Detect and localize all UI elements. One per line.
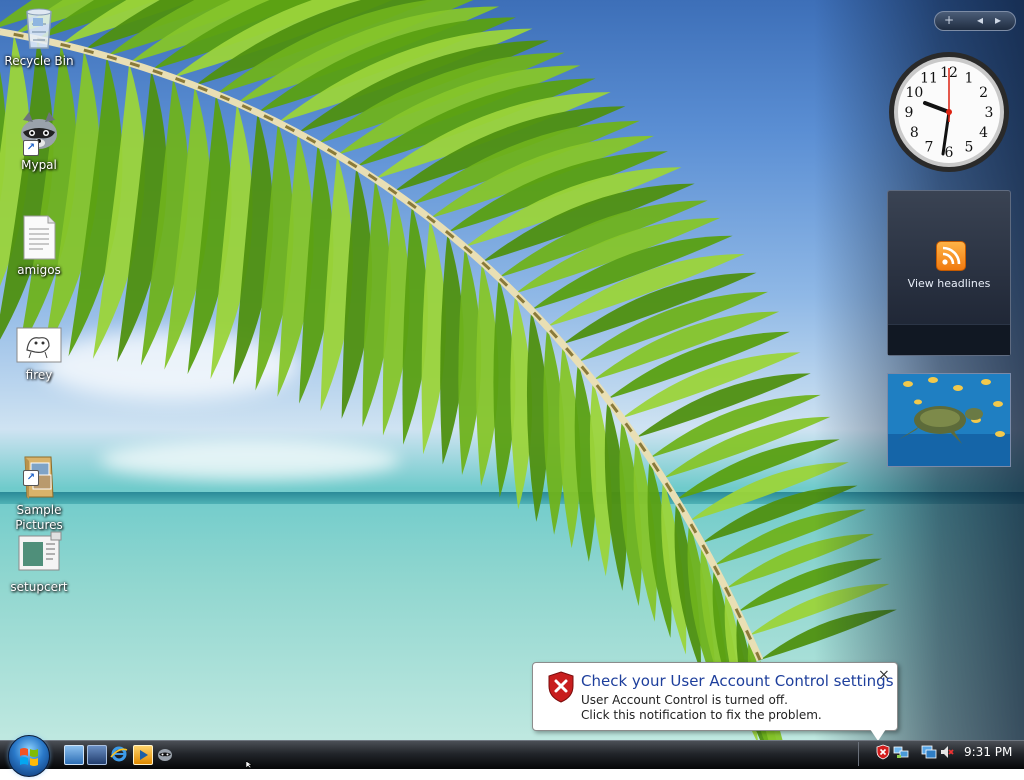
desktop-icon-label: Sample Pictures — [15, 503, 63, 532]
desktop-icon-setupcert[interactable]: setupcert — [4, 530, 74, 595]
volume-muted-icon[interactable] — [939, 744, 955, 760]
feed-headlines-gadget[interactable]: View headlines — [887, 190, 1011, 356]
desktop-icon-label: Recycle Bin — [4, 54, 74, 68]
desktop-wallpaper — [0, 0, 1024, 740]
network-icon[interactable] — [893, 744, 909, 760]
windows-logo-icon — [20, 748, 38, 766]
next-page-button[interactable]: ▸ — [995, 13, 1001, 27]
feed-gadget-footer — [888, 324, 1010, 355]
previous-page-button[interactable]: ◂ — [977, 13, 983, 27]
taskbar-clock[interactable]: 9:31 PM — [964, 745, 1012, 759]
sea-turtle-photo — [888, 374, 1010, 466]
mypal-raccoon-icon: ↗ — [15, 108, 63, 156]
close-button[interactable]: × — [878, 667, 890, 683]
desktop-icon-mypal[interactable]: ↗ Mypal — [4, 108, 74, 173]
setup-file-icon — [15, 530, 63, 578]
view-headlines-label[interactable]: View headlines — [888, 277, 1010, 290]
image-file-icon — [15, 318, 63, 366]
add-gadget-button[interactable]: + — [944, 13, 954, 27]
clock-number: 1 — [965, 70, 974, 86]
folder-shortcut-icon: ↗ — [15, 438, 63, 499]
desktop-icon-recycle-bin[interactable]: Recycle Bin — [4, 4, 74, 69]
clock-number: 7 — [925, 140, 934, 156]
shortcut-arrow-icon: ↗ — [23, 470, 39, 486]
taskbar — [0, 740, 1024, 769]
switch-windows-icon[interactable] — [87, 745, 107, 765]
shortcut-arrow-icon: ↗ — [23, 140, 39, 156]
security-alert-icon[interactable] — [875, 744, 891, 760]
desktop-icon-label: amigos — [17, 263, 61, 277]
mypal-icon[interactable] — [156, 745, 174, 763]
show-desktop-icon[interactable] — [64, 745, 84, 765]
clock-number: 9 — [905, 105, 914, 121]
clock-number: 5 — [965, 140, 974, 156]
security-shield-error-icon — [548, 671, 574, 703]
notification-message-line2: Click this notification to fix the probl… — [581, 708, 822, 722]
desktop-icon-amigos[interactable]: amigos — [4, 213, 74, 278]
clock-number: 11 — [920, 70, 938, 86]
clock-number: 4 — [979, 125, 988, 141]
desktop-icon-label: firey — [25, 368, 53, 382]
start-button[interactable] — [8, 735, 50, 777]
desktop-icon-label: Mypal — [21, 158, 57, 172]
notification-title[interactable]: Check your User Account Control settings — [581, 672, 894, 690]
mouse-pointer-icon — [246, 761, 253, 768]
desktop-icon-label: setupcert — [10, 580, 68, 594]
sidebar-control-bar: + ◂ ▸ — [934, 11, 1016, 31]
text-document-icon — [15, 213, 63, 261]
uac-notification-balloon[interactable]: Check your User Account Control settings… — [532, 662, 898, 731]
clock-gadget[interactable]: 12 1234567891011 — [887, 50, 1011, 174]
notification-message-line1: User Account Control is turned off. — [581, 693, 788, 707]
clock-number: 6 — [945, 145, 954, 161]
recycle-bin-icon — [15, 4, 63, 52]
internet-explorer-icon[interactable] — [110, 745, 128, 763]
clock-number: 10 — [905, 85, 923, 101]
connection-icon[interactable] — [921, 744, 937, 760]
media-player-icon[interactable] — [133, 745, 153, 765]
clock-number: 8 — [910, 125, 919, 141]
desktop-icon-firey[interactable]: firey — [4, 318, 74, 383]
clock-number: 3 — [985, 105, 994, 121]
clock-number: 2 — [979, 85, 988, 101]
slideshow-gadget[interactable] — [887, 373, 1011, 467]
tray-divider — [858, 742, 859, 766]
rss-feed-icon — [936, 241, 966, 271]
